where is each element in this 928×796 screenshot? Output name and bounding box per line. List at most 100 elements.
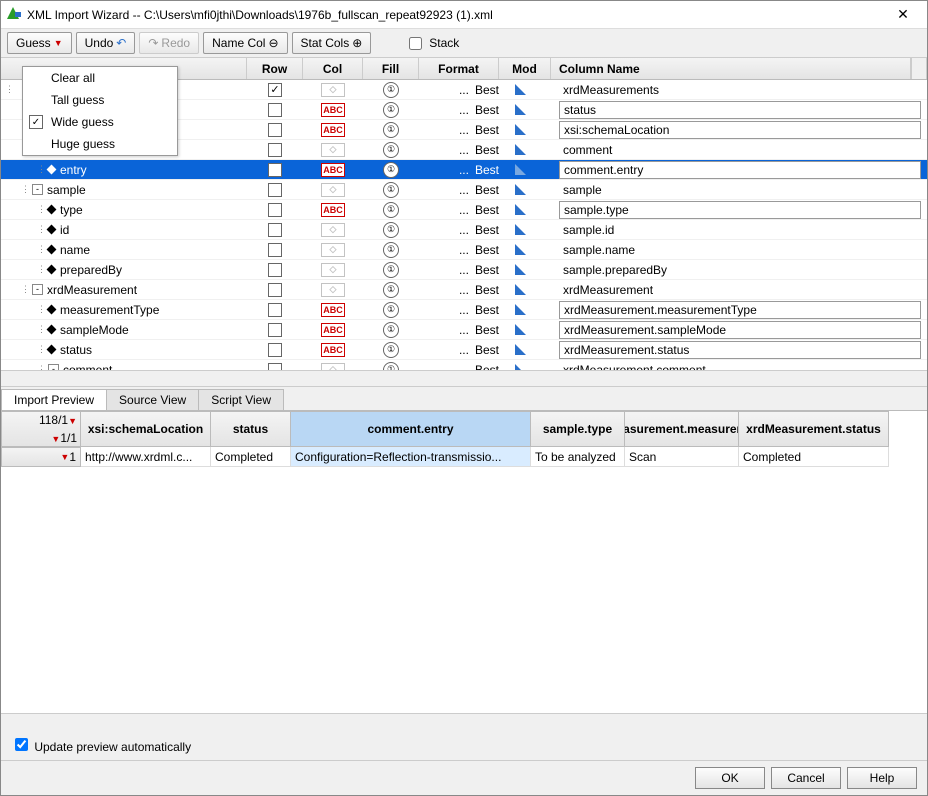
row-checkbox[interactable]	[247, 263, 303, 277]
mod-cell[interactable]	[499, 204, 551, 215]
guess-button[interactable]: Guess▼	[7, 32, 72, 54]
col-type[interactable]: ◇	[303, 183, 363, 197]
format-cell[interactable]: ...Best	[419, 363, 499, 371]
row-checkbox[interactable]	[247, 203, 303, 217]
column-name-cell[interactable]: sample.preparedBy	[551, 263, 927, 277]
preview-hscroll[interactable]	[1, 713, 927, 729]
preview-cell[interactable]: Completed	[211, 447, 291, 467]
mod-cell[interactable]	[499, 124, 551, 135]
column-name-input[interactable]	[559, 121, 921, 139]
tree-row[interactable]: ⋮-sample◇①...Bestsample	[1, 180, 927, 200]
col-type[interactable]: ◇	[303, 223, 363, 237]
preview-cell[interactable]: Scan	[625, 447, 739, 467]
mod-cell[interactable]	[499, 344, 551, 355]
preview-col-header[interactable]: xrdMeasurement.status	[739, 411, 889, 447]
fill-cell[interactable]: ①	[363, 222, 419, 238]
col-type[interactable]: ◇	[303, 143, 363, 157]
fill-cell[interactable]: ①	[363, 322, 419, 338]
mod-cell[interactable]	[499, 144, 551, 155]
hdr-col[interactable]: Col	[303, 58, 363, 79]
column-name-input[interactable]	[559, 161, 921, 179]
format-cell[interactable]: ...Best	[419, 83, 499, 97]
menu-clear-all[interactable]: Clear all	[23, 67, 177, 89]
col-type[interactable]: ABC	[303, 163, 363, 177]
format-cell[interactable]: ...Best	[419, 123, 499, 137]
help-button[interactable]: Help	[847, 767, 917, 789]
col-type[interactable]: ABC	[303, 343, 363, 357]
fill-cell[interactable]: ①	[363, 102, 419, 118]
undo-button[interactable]: Undo↶	[76, 32, 136, 54]
format-cell[interactable]: ...Best	[419, 303, 499, 317]
toggle-icon[interactable]: -	[32, 284, 43, 295]
row-checkbox[interactable]	[247, 123, 303, 137]
row-checkbox[interactable]	[247, 223, 303, 237]
mod-cell[interactable]	[499, 224, 551, 235]
format-cell[interactable]: ...Best	[419, 143, 499, 157]
menu-tall-guess[interactable]: Tall guess	[23, 89, 177, 111]
column-name-cell[interactable]	[551, 341, 927, 359]
fill-cell[interactable]: ①	[363, 122, 419, 138]
tree-row[interactable]: ⋮name◇①...Bestsample.name	[1, 240, 927, 260]
column-name-cell[interactable]	[551, 161, 927, 179]
tab-source-view[interactable]: Source View	[106, 389, 199, 410]
mod-cell[interactable]	[499, 104, 551, 115]
preview-cell[interactable]: To be analyzed	[531, 447, 625, 467]
fill-cell[interactable]: ①	[363, 302, 419, 318]
col-type[interactable]: ABC	[303, 123, 363, 137]
hscroll[interactable]	[1, 370, 927, 386]
column-name-cell[interactable]	[551, 201, 927, 219]
tree-row[interactable]: ⋮-xrdMeasurement◇①...BestxrdMeasurement	[1, 280, 927, 300]
format-cell[interactable]: ...Best	[419, 203, 499, 217]
column-name-input[interactable]	[559, 101, 921, 119]
fill-cell[interactable]: ①	[363, 242, 419, 258]
mod-cell[interactable]	[499, 284, 551, 295]
fill-cell[interactable]: ①	[363, 342, 419, 358]
tree-row[interactable]: ⋮statusABC①...Best	[1, 340, 927, 360]
hdr-mod[interactable]: Mod	[499, 58, 551, 79]
fill-cell[interactable]: ①	[363, 82, 419, 98]
column-name-input[interactable]	[559, 321, 921, 339]
column-name-input[interactable]	[559, 301, 921, 319]
col-type[interactable]: ABC	[303, 203, 363, 217]
column-name-cell[interactable]: comment	[551, 143, 927, 157]
col-type[interactable]: ◇	[303, 283, 363, 297]
cancel-button[interactable]: Cancel	[771, 767, 841, 789]
mod-cell[interactable]	[499, 164, 551, 175]
format-cell[interactable]: ...Best	[419, 103, 499, 117]
fill-cell[interactable]: ①	[363, 362, 419, 371]
tree-row[interactable]: ⋮preparedBy◇①...Bestsample.preparedBy	[1, 260, 927, 280]
column-name-cell[interactable]	[551, 121, 927, 139]
row-checkbox[interactable]	[247, 163, 303, 177]
format-cell[interactable]: ...Best	[419, 183, 499, 197]
column-name-input[interactable]	[559, 201, 921, 219]
tree-row[interactable]: ⋮sampleModeABC①...Best	[1, 320, 927, 340]
fill-cell[interactable]: ①	[363, 282, 419, 298]
ok-button[interactable]: OK	[695, 767, 765, 789]
column-name-cell[interactable]	[551, 321, 927, 339]
menu-huge-guess[interactable]: Huge guess	[23, 133, 177, 155]
column-name-cell[interactable]: sample	[551, 183, 927, 197]
column-name-cell[interactable]: sample.name	[551, 243, 927, 257]
column-name-input[interactable]	[559, 341, 921, 359]
fill-cell[interactable]: ①	[363, 142, 419, 158]
tree-row[interactable]: ⋮measurementTypeABC①...Best	[1, 300, 927, 320]
mod-cell[interactable]	[499, 264, 551, 275]
mod-cell[interactable]	[499, 184, 551, 195]
format-cell[interactable]: ...Best	[419, 263, 499, 277]
mod-cell[interactable]	[499, 84, 551, 95]
hdr-colname[interactable]: Column Name	[551, 58, 911, 79]
mod-cell[interactable]	[499, 324, 551, 335]
column-name-cell[interactable]: sample.id	[551, 223, 927, 237]
preview-col-header[interactable]: xrdMeasurement.measurement...	[625, 411, 739, 447]
hdr-fill[interactable]: Fill	[363, 58, 419, 79]
stack-checkbox[interactable]: Stack	[405, 34, 459, 53]
preview-cell[interactable]: Completed	[739, 447, 889, 467]
tree-row[interactable]: ⋮typeABC①...Best	[1, 200, 927, 220]
name-col-button[interactable]: Name Col⊖	[203, 32, 287, 54]
column-name-cell[interactable]: xrdMeasurement	[551, 283, 927, 297]
mod-cell[interactable]	[499, 304, 551, 315]
close-button[interactable]: ✕	[883, 6, 923, 23]
preview-col-header[interactable]: comment.entry	[291, 411, 531, 447]
row-checkbox[interactable]	[247, 183, 303, 197]
preview-cell[interactable]: Configuration=Reflection-transmissio...	[291, 447, 531, 467]
